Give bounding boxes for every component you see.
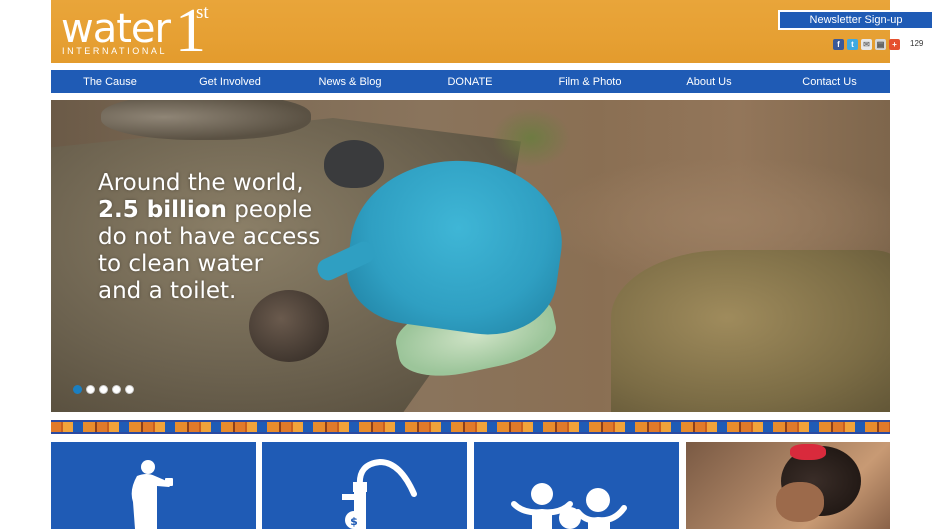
email-icon[interactable]: ✉ [861,38,872,50]
nav-item-donate[interactable]: DONATE [409,76,531,88]
hero-line-3: do not have access [98,224,321,250]
slider-dot[interactable] [112,385,121,394]
community-people-icon [511,483,627,529]
tile-water-pump[interactable]: $ [262,442,467,529]
water-pump-icon: $ [342,458,417,529]
newsletter-signup-label: Newsletter Sign-up [780,12,932,28]
hero-headline: Around the world, 2.5 billion people do … [98,170,398,305]
twitter-icon[interactable]: t [847,38,858,50]
hero-stat: 2.5 billion [98,197,227,223]
hero-photo-rocks [101,100,311,140]
photo-girl-bow [790,444,826,460]
hero-line-2: 2.5 billion people [98,197,398,224]
nav-item-the-cause[interactable]: The Cause [51,76,169,88]
share-count: 129 [905,38,929,50]
hero-line-1: Around the world, [98,170,304,196]
print-icon[interactable]: ▤ [875,38,886,50]
nav-item-film-photo[interactable]: Film & Photo [531,76,649,88]
slider-dot[interactable] [99,385,108,394]
share-plus-icon[interactable]: + [889,38,900,50]
slider-pagination [73,385,134,394]
hero-photo-grass [611,250,890,412]
facebook-icon[interactable]: f [833,38,844,50]
newsletter-signup-button[interactable]: Newsletter Sign-up [778,10,934,30]
logo-tagline: INTERNATIONAL [62,46,168,56]
hero-line-4: to clean water [98,251,264,277]
tile-community[interactable] [474,442,679,529]
photo-girl-face [776,482,824,522]
slider-dot[interactable] [125,385,134,394]
main-nav: The Cause Get Involved News & Blog DONAT… [51,70,890,93]
nav-item-get-involved[interactable]: Get Involved [169,76,291,88]
hero-line-5: and a toilet. [98,278,237,304]
nav-item-news-blog[interactable]: News & Blog [291,76,409,88]
tile-drinking-water[interactable] [51,442,256,529]
hero-slider[interactable]: Around the world, 2.5 billion people do … [51,100,890,412]
hero-line-2-rest: people [226,197,313,223]
slider-dot[interactable] [73,385,82,394]
logo-superscript: st [196,2,209,23]
water1st-logo[interactable]: water 1 st INTERNATIONAL [61,0,261,65]
slider-dot[interactable] [86,385,95,394]
decorative-pattern-band [51,420,890,434]
hero-photo-plants [491,108,571,168]
nav-item-about-us[interactable]: About Us [649,76,769,88]
feature-tiles: $ [51,442,890,529]
site-header: water 1 st INTERNATIONAL Newsletter Sign… [51,0,934,65]
social-share-bar: f t ✉ ▤ + 129 [833,37,929,51]
nav-item-contact-us[interactable]: Contact Us [769,76,890,88]
person-drinking-icon [131,460,173,529]
svg-text:$: $ [350,515,358,528]
tile-photo-girl[interactable] [686,442,890,529]
